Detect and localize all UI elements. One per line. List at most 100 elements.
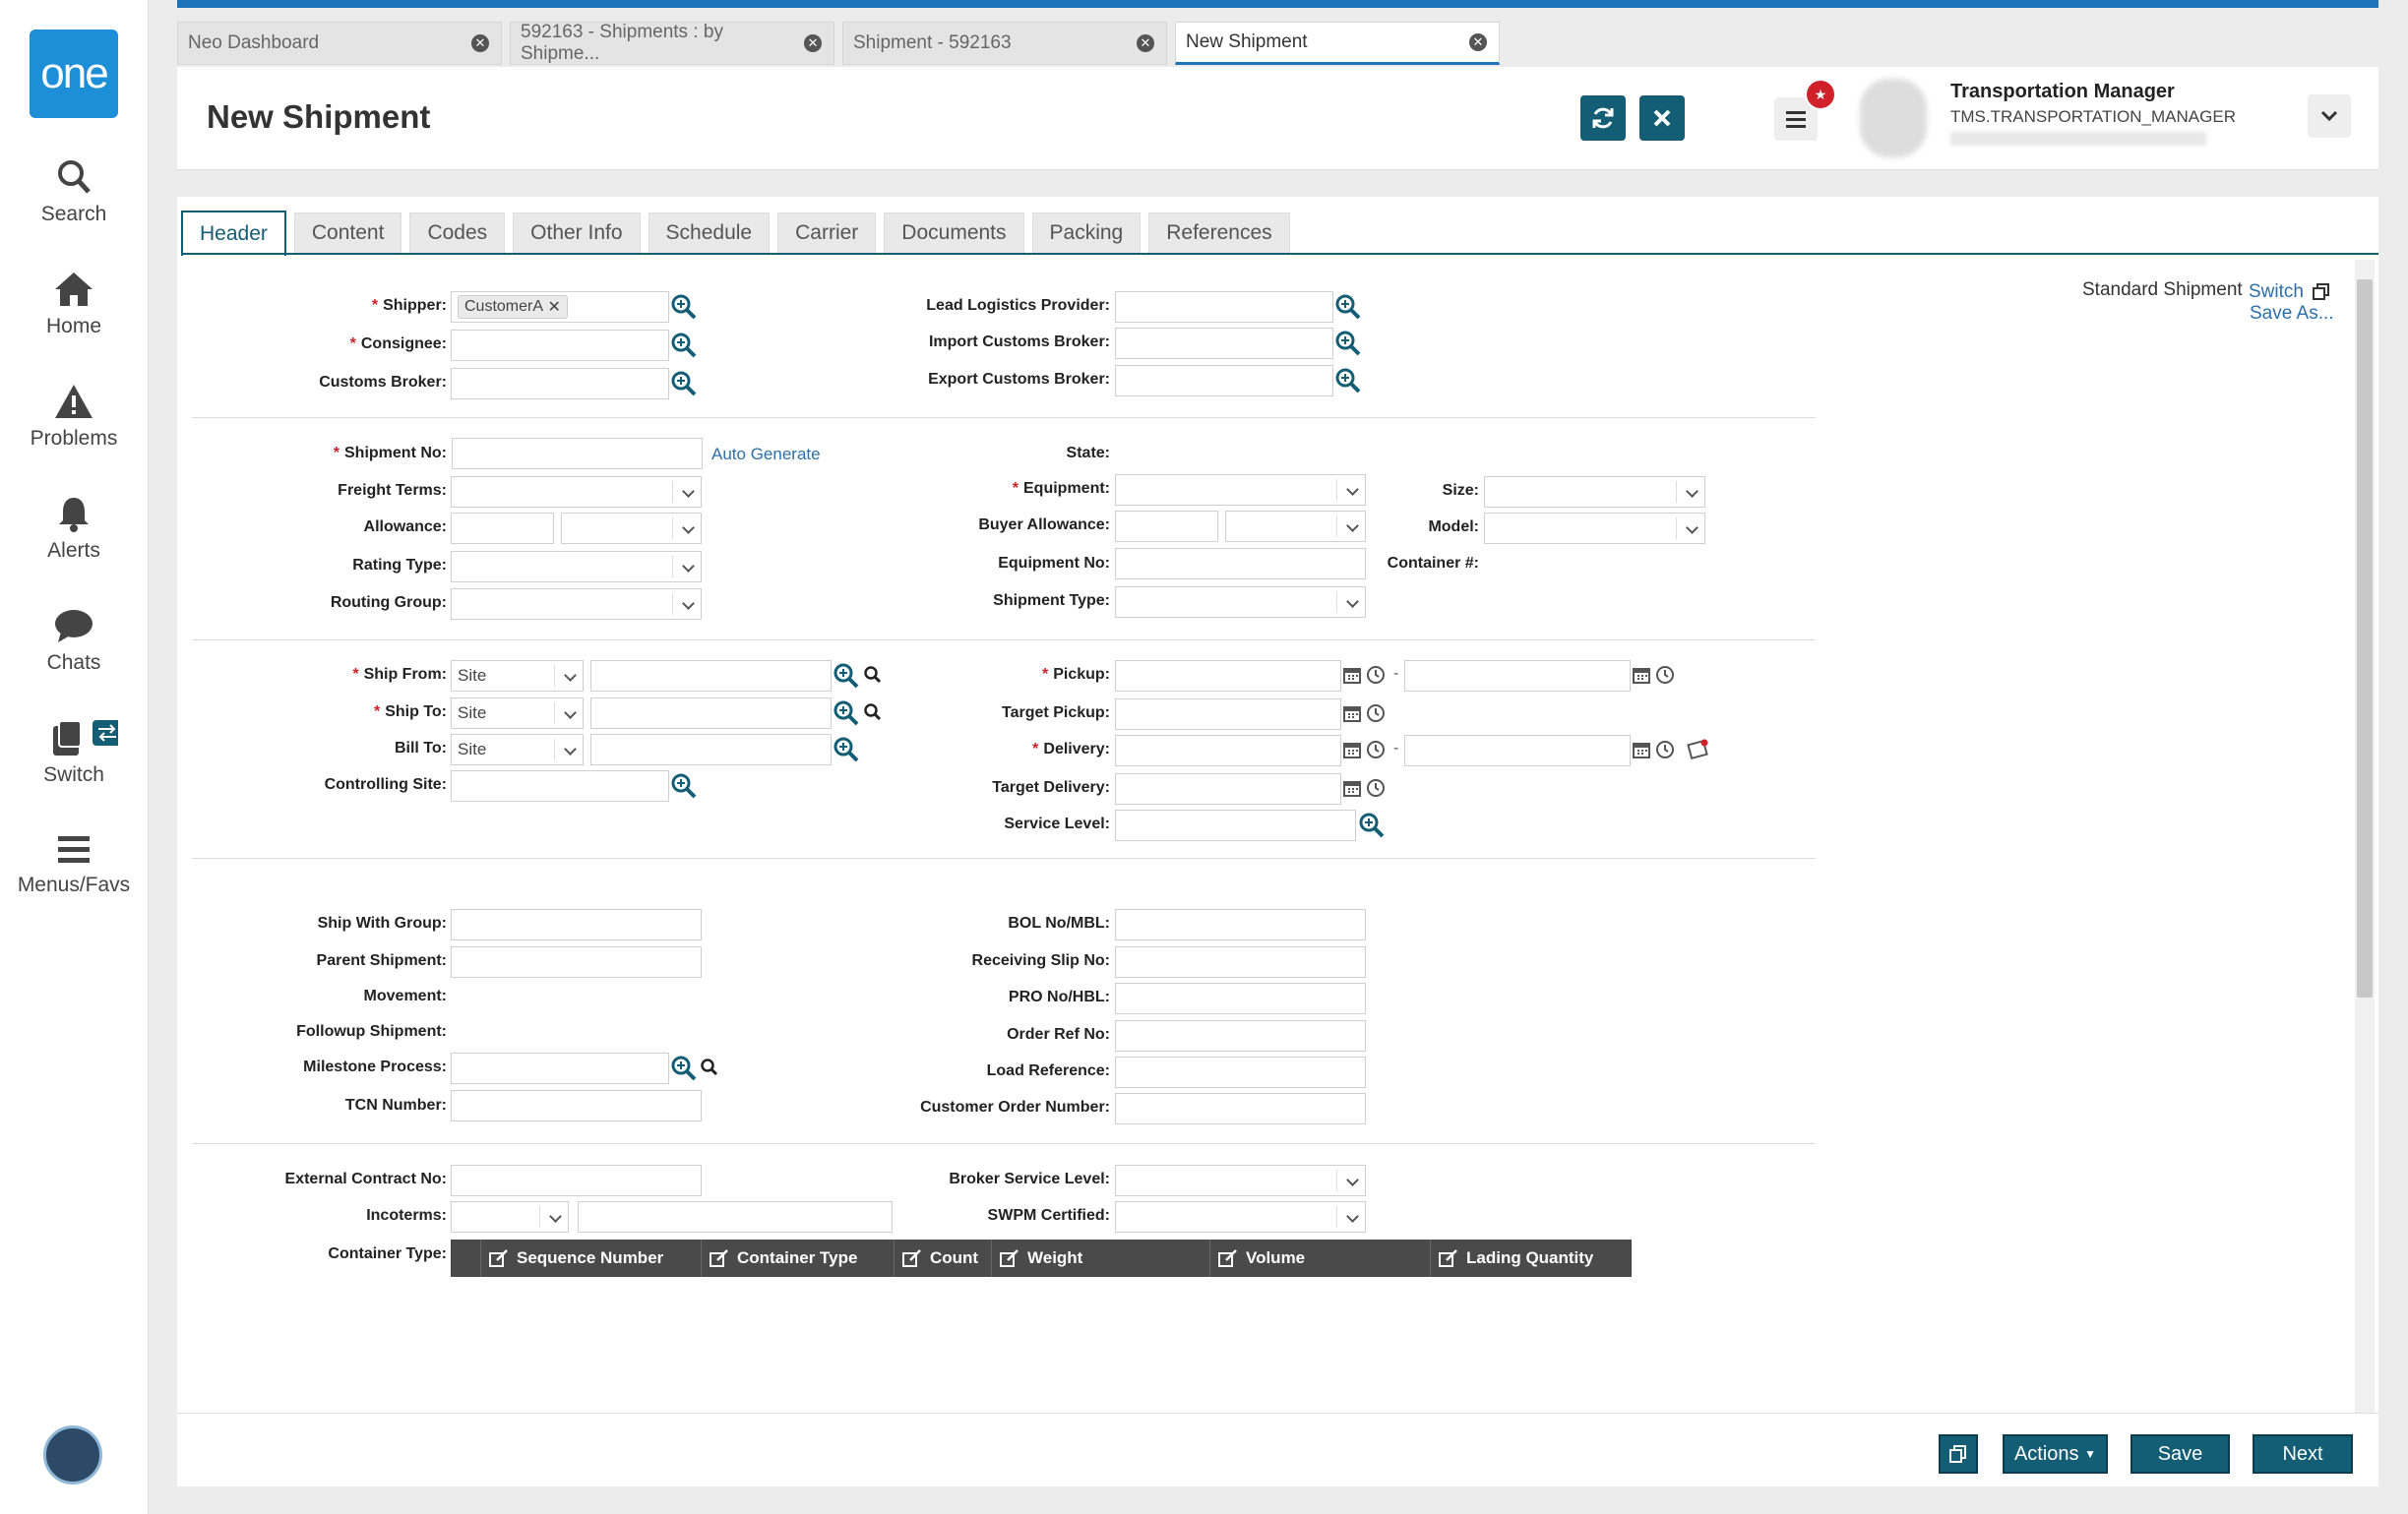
pickup-start-field[interactable] bbox=[1115, 660, 1341, 692]
close-icon[interactable]: ✕ bbox=[1137, 34, 1154, 52]
size-select[interactable] bbox=[1484, 476, 1705, 508]
tab-other-info[interactable]: Other Info bbox=[513, 212, 641, 254]
page-tab-shipment-592163[interactable]: Shipment - 592163 ✕ bbox=[842, 22, 1167, 65]
controlling-site-field[interactable] bbox=[451, 770, 669, 802]
column-volume[interactable]: Volume bbox=[1209, 1240, 1430, 1277]
copy-icon[interactable] bbox=[2313, 283, 2330, 301]
sidebar-item-switch[interactable]: Switch bbox=[0, 718, 148, 787]
calendar-icon[interactable] bbox=[1632, 740, 1651, 759]
lookup-icon[interactable] bbox=[1358, 812, 1386, 839]
pro-field[interactable] bbox=[1115, 983, 1366, 1014]
save-as-link[interactable]: Save As... bbox=[2250, 303, 2334, 325]
lookup-icon[interactable] bbox=[670, 293, 698, 321]
search-icon[interactable] bbox=[700, 1058, 719, 1077]
pickup-end-field[interactable] bbox=[1404, 660, 1631, 692]
tab-carrier[interactable]: Carrier bbox=[777, 212, 877, 254]
bill-to-type-select[interactable]: Site bbox=[451, 734, 584, 765]
ship-with-group-field[interactable] bbox=[451, 909, 702, 940]
lookup-icon[interactable] bbox=[670, 370, 698, 397]
ship-from-type-select[interactable]: Site bbox=[451, 660, 584, 692]
close-icon[interactable]: ✕ bbox=[804, 34, 822, 52]
column-container-type[interactable]: Container Type bbox=[701, 1240, 894, 1277]
ship-to-field[interactable] bbox=[590, 697, 832, 729]
customer-order-field[interactable] bbox=[1115, 1093, 1366, 1124]
milestone-process-field[interactable] bbox=[451, 1053, 669, 1084]
shipment-type-select[interactable] bbox=[1115, 586, 1366, 618]
close-icon[interactable]: ✕ bbox=[1469, 33, 1487, 51]
lookup-icon[interactable] bbox=[833, 736, 860, 763]
lookup-icon[interactable] bbox=[670, 772, 698, 800]
tab-content[interactable]: Content bbox=[293, 212, 402, 254]
column-lading-quantity[interactable]: Lading Quantity bbox=[1430, 1240, 1632, 1277]
service-level-field[interactable] bbox=[1115, 810, 1356, 841]
tab-schedule[interactable]: Schedule bbox=[648, 212, 771, 254]
calendar-icon[interactable] bbox=[1342, 778, 1362, 798]
close-icon[interactable]: ✕ bbox=[471, 34, 489, 52]
lookup-icon[interactable] bbox=[833, 662, 860, 690]
clock-icon[interactable] bbox=[1366, 740, 1386, 759]
customs-broker-field[interactable] bbox=[451, 368, 669, 399]
incoterms-location-field[interactable] bbox=[578, 1201, 893, 1233]
allowance-unit-select[interactable] bbox=[561, 513, 702, 544]
clock-icon[interactable] bbox=[1366, 665, 1386, 685]
target-pickup-field[interactable] bbox=[1115, 698, 1341, 730]
page-tab-new-shipment[interactable]: New Shipment ✕ bbox=[1175, 22, 1500, 65]
tab-documents[interactable]: Documents bbox=[884, 212, 1024, 254]
llp-field[interactable] bbox=[1115, 291, 1333, 323]
tab-references[interactable]: References bbox=[1148, 212, 1290, 254]
sidebar-item-home[interactable]: Home bbox=[0, 270, 148, 338]
switch-link[interactable]: Switch bbox=[2249, 281, 2304, 303]
freight-terms-select[interactable] bbox=[451, 476, 702, 508]
allowance-field[interactable] bbox=[451, 513, 554, 544]
order-ref-field[interactable] bbox=[1115, 1020, 1366, 1052]
lookup-icon[interactable] bbox=[1334, 367, 1362, 394]
receiving-slip-field[interactable] bbox=[1115, 946, 1366, 978]
lookup-icon[interactable] bbox=[670, 1055, 698, 1082]
sidebar-item-alerts[interactable]: Alerts bbox=[0, 494, 148, 563]
auto-generate-link[interactable]: Auto Generate bbox=[711, 445, 821, 464]
ship-from-field[interactable] bbox=[590, 660, 832, 692]
copy-button[interactable] bbox=[1939, 1434, 1978, 1474]
app-logo[interactable]: one bbox=[30, 30, 118, 118]
sidebar-item-menus[interactable]: Menus/Favs bbox=[0, 832, 148, 897]
delivery-start-field[interactable] bbox=[1115, 735, 1341, 766]
calendar-icon[interactable] bbox=[1342, 703, 1362, 723]
user-avatar[interactable] bbox=[43, 1425, 102, 1484]
sidebar-item-problems[interactable]: Problems bbox=[0, 382, 148, 451]
calendar-icon[interactable] bbox=[1342, 740, 1362, 759]
shipment-no-field[interactable] bbox=[452, 438, 703, 469]
buyer-allowance-unit-select[interactable] bbox=[1225, 511, 1366, 542]
clock-icon[interactable] bbox=[1655, 740, 1675, 759]
parent-shipment-field[interactable] bbox=[451, 946, 702, 978]
clock-icon[interactable] bbox=[1655, 665, 1675, 685]
buyer-allowance-field[interactable] bbox=[1115, 511, 1218, 542]
tab-header[interactable]: Header bbox=[181, 211, 286, 256]
page-tab-neo-dashboard[interactable]: Neo Dashboard ✕ bbox=[177, 22, 502, 65]
clock-icon[interactable] bbox=[1366, 778, 1386, 798]
calendar-edit-icon[interactable] bbox=[1687, 737, 1710, 760]
search-icon[interactable] bbox=[863, 665, 883, 685]
sidebar-item-chats[interactable]: Chats bbox=[0, 606, 148, 675]
refresh-button[interactable] bbox=[1580, 95, 1626, 141]
column-weight[interactable]: Weight bbox=[991, 1240, 1209, 1277]
export-broker-field[interactable] bbox=[1115, 365, 1333, 396]
shipper-field[interactable]: CustomerA ✕ bbox=[451, 291, 669, 323]
load-reference-field[interactable] bbox=[1115, 1057, 1366, 1088]
save-button[interactable]: Save bbox=[2130, 1434, 2230, 1474]
bill-to-field[interactable] bbox=[590, 734, 832, 765]
lookup-icon[interactable] bbox=[833, 699, 860, 727]
lookup-icon[interactable] bbox=[1334, 330, 1362, 357]
incoterms-select[interactable] bbox=[451, 1201, 569, 1233]
bol-field[interactable] bbox=[1115, 909, 1366, 940]
user-menu-toggle[interactable] bbox=[2308, 94, 2351, 138]
target-delivery-field[interactable] bbox=[1115, 773, 1341, 805]
model-select[interactable] bbox=[1484, 513, 1705, 544]
chip-remove-icon[interactable]: ✕ bbox=[547, 297, 560, 317]
calendar-icon[interactable] bbox=[1632, 665, 1651, 685]
swpm-select[interactable] bbox=[1115, 1201, 1366, 1233]
rating-type-select[interactable] bbox=[451, 551, 702, 582]
import-broker-field[interactable] bbox=[1115, 328, 1333, 359]
delivery-end-field[interactable] bbox=[1404, 735, 1631, 766]
calendar-icon[interactable] bbox=[1342, 665, 1362, 685]
tab-codes[interactable]: Codes bbox=[409, 212, 506, 254]
